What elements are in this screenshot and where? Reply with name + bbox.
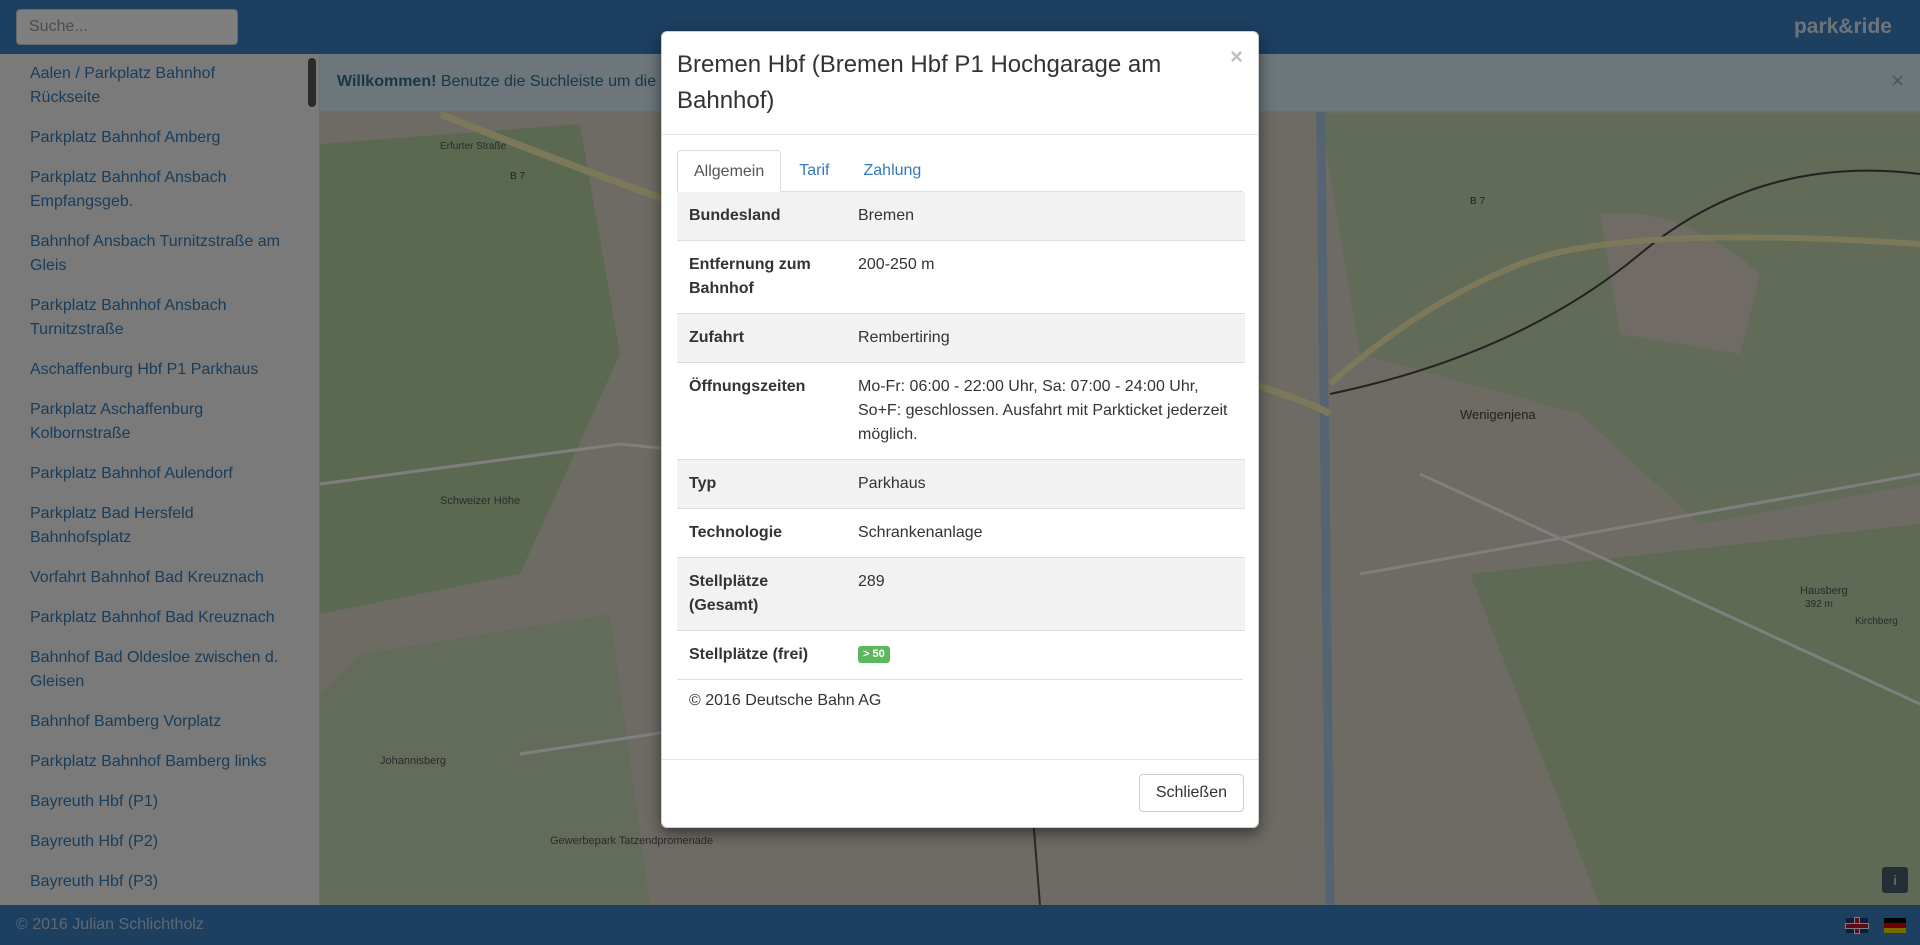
row-key: Technologie [677,508,846,558]
row-value: Bremen [846,192,1245,241]
tab-bar: Allgemein Tarif Zahlung [677,150,1243,192]
row-value: 289 [846,557,1245,631]
details-table: Bundesland Bremen Entfernung zum Bahnhof… [677,192,1245,679]
row-value: 200-250 m [846,240,1245,314]
modal-header: Bremen Hbf (Bremen Hbf P1 Hochgarage am … [662,32,1258,135]
row-value: Parkhaus [846,459,1245,509]
tab-allgemein[interactable]: Allgemein [677,150,782,192]
tab-tarif[interactable]: Tarif [783,150,845,191]
row-key: Öffnungszeiten [677,362,846,460]
row-value: Mo-Fr: 06:00 - 22:00 Uhr, Sa: 07:00 - 24… [846,362,1245,460]
row-value: Rembertiring [846,313,1245,363]
modal-title: Bremen Hbf (Bremen Hbf P1 Hochgarage am … [677,51,1162,114]
table-row: Entfernung zum Bahnhof 200-250 m [677,240,1245,314]
modal-copyright: © 2016 Deutsche Bahn AG [677,679,1243,726]
table-row: Zufahrt Rembertiring [677,313,1245,363]
row-key: Typ [677,459,846,509]
close-icon[interactable]: × [1230,44,1243,70]
row-key: Bundesland [677,192,846,241]
detail-modal: Bremen Hbf (Bremen Hbf P1 Hochgarage am … [661,31,1259,828]
table-row: Stellplätze (frei) > 50 [677,630,1245,679]
modal-footer: Schließen [662,759,1258,827]
row-value: Schrankenanlage [846,508,1245,558]
row-value: > 50 [846,630,1245,679]
modal-body: Allgemein Tarif Zahlung Bundesland Breme… [662,135,1258,760]
table-row: Stellplätze (Gesamt) 289 [677,557,1245,631]
row-key: Entfernung zum Bahnhof [677,240,846,314]
table-row: Technologie Schrankenanlage [677,508,1245,558]
close-button[interactable]: Schließen [1138,774,1244,812]
table-row: Öffnungszeiten Mo-Fr: 06:00 - 22:00 Uhr,… [677,362,1245,460]
row-key: Zufahrt [677,313,846,363]
table-row: Bundesland Bremen [677,192,1245,241]
table-row: Typ Parkhaus [677,459,1245,509]
row-key: Stellplätze (frei) [677,630,846,679]
status-badge: > 50 [858,646,890,664]
row-key: Stellplätze (Gesamt) [677,557,846,631]
tab-zahlung[interactable]: Zahlung [848,150,938,191]
